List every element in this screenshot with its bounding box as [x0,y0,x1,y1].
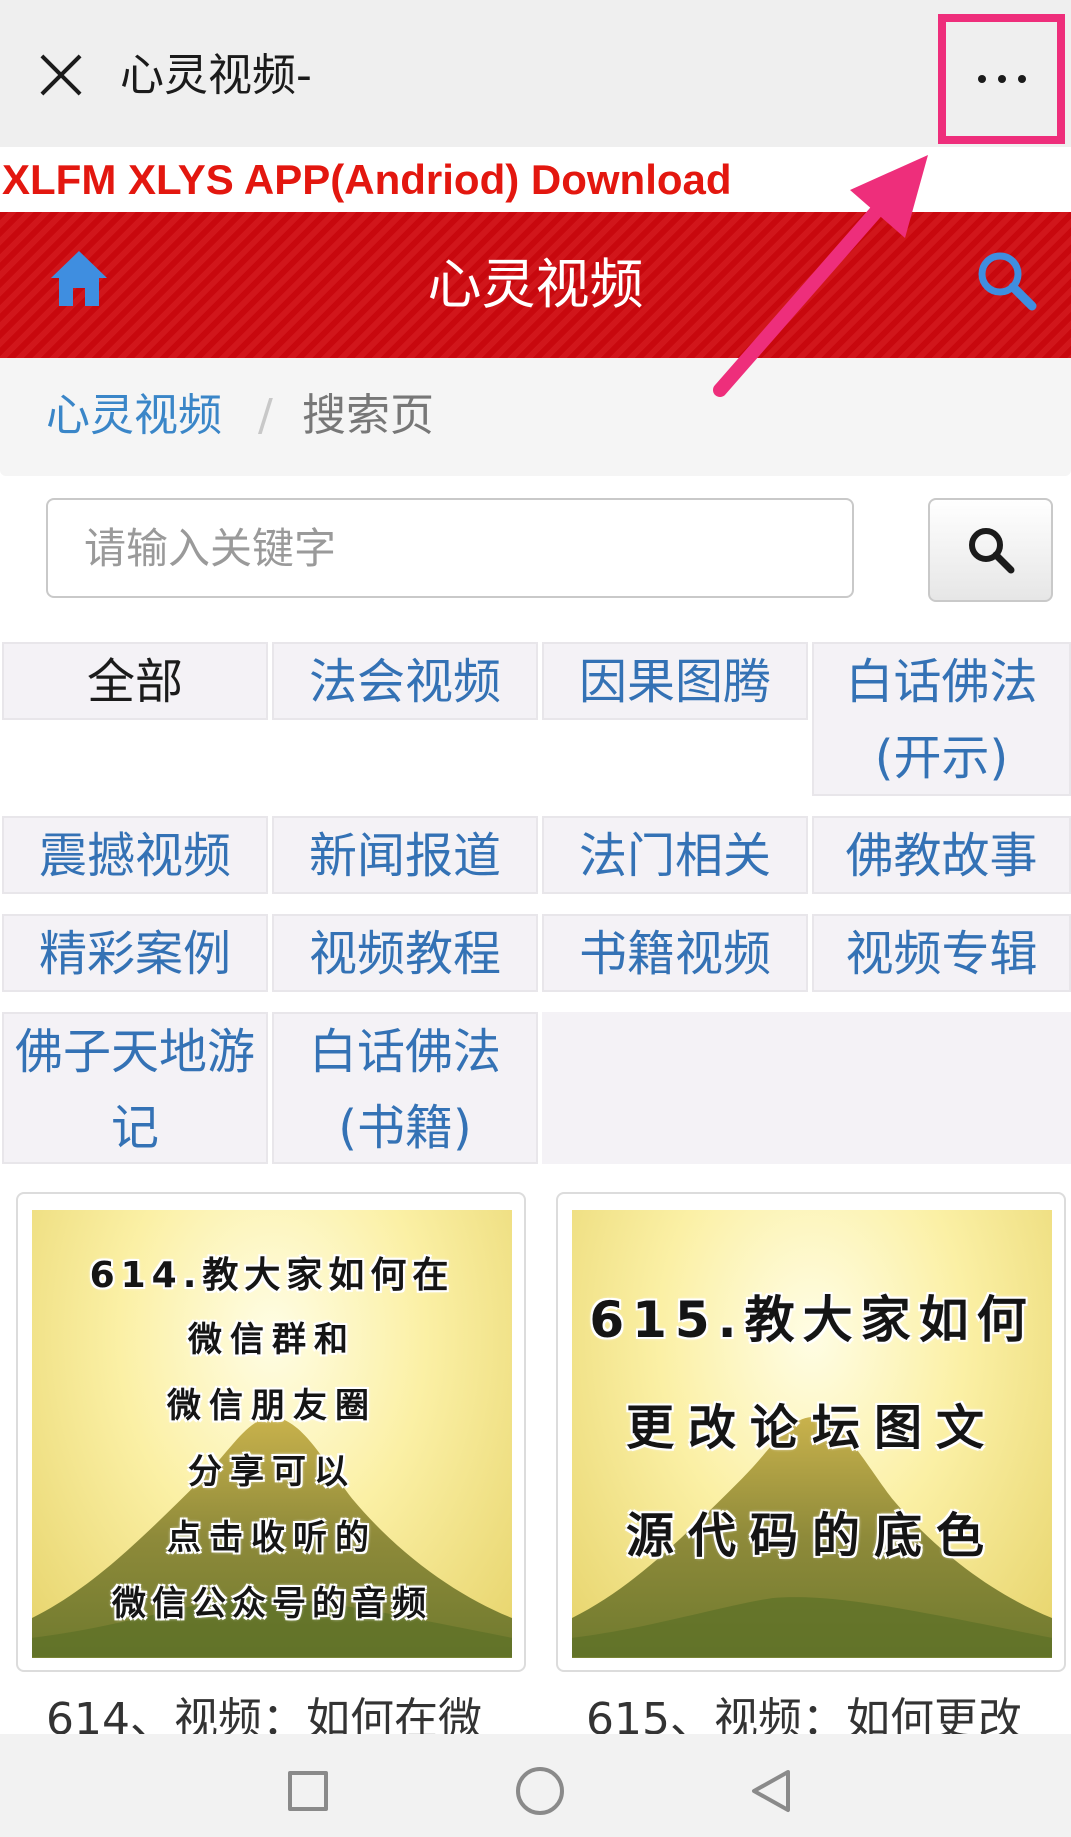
video-card[interactable]: 614.教大家如何在 微信群和 微信朋友圈 分享可以 点击收听的 微信公众号的音… [16,1192,526,1672]
recent-apps-icon[interactable] [288,1771,328,1811]
video-card[interactable]: 615.教大家如何 更改论坛图文 源代码的底色 [556,1192,1066,1672]
breadcrumb-separator: / [258,390,273,441]
category-item[interactable]: 视频专辑 [812,914,1071,992]
home-circle-icon[interactable] [516,1767,564,1815]
video-thumbnail[interactable]: 615.教大家如何 更改论坛图文 源代码的底色 [572,1210,1052,1658]
thumbnail-caption-line: 微信朋友圈 [167,1386,377,1426]
site-title: 心灵视频 [427,253,644,316]
breadcrumb-current: 搜索页 [302,390,434,441]
search-icon [968,528,1014,574]
thumbnail-caption-line: 分享可以 [188,1452,356,1492]
breadcrumb: 心灵视频 / 搜索页 [0,358,1071,476]
close-icon[interactable] [30,44,92,106]
download-app-link[interactable]: XLFM XLYS APP(Andriod) Download [0,148,1071,212]
video-thumbnail[interactable]: 614.教大家如何在 微信群和 微信朋友圈 分享可以 点击收听的 微信公众号的音… [32,1210,512,1658]
search-icon[interactable] [974,248,1038,312]
thumbnail-caption-line: 微信群和 [188,1320,356,1360]
app-top-bar: 心灵视频- [0,0,1071,147]
thumbnail-caption-line: 614.教大家如何在 [89,1255,455,1296]
category-item[interactable]: 全部 [2,642,268,720]
category-item[interactable]: 视频教程 [272,914,538,992]
category-item[interactable]: 因果图腾 [542,642,808,720]
category-item[interactable]: 新闻报道 [272,816,538,894]
more-icon[interactable] [946,22,1057,136]
category-item[interactable]: 法门相关 [542,816,808,894]
category-item[interactable]: 精彩案例 [2,914,268,992]
category-filler [542,1012,1071,1164]
category-item[interactable]: 佛教故事 [812,816,1071,894]
thumbnail-caption-line: 更改论坛图文 [625,1400,998,1456]
breadcrumb-home-link[interactable]: 心灵视频 [46,386,222,446]
thumbnail-caption-line: 源代码的底色 [625,1508,998,1564]
category-item[interactable]: 震撼视频 [2,816,268,894]
category-item[interactable]: 佛子天地游 记 [2,1012,268,1164]
page-title: 心灵视频- [120,50,312,101]
thumbnail-caption-line: 615.教大家如何 [589,1291,1035,1349]
site-header: 心灵视频 [0,212,1071,358]
more-highlight-box [938,14,1065,144]
thumbnail-caption-line: 点击收听的 [167,1518,377,1558]
search-button[interactable] [928,498,1053,602]
category-item[interactable]: 白话佛法 (开示) [812,642,1071,796]
thumbnail-caption-line: 微信公众号的音频 [112,1584,432,1624]
category-item[interactable]: 法会视频 [272,642,538,720]
category-item[interactable]: 白话佛法 (书籍) [272,1012,538,1164]
search-input[interactable] [46,498,854,598]
category-grid: 全部 法会视频 因果图腾 白话佛法 (开示) 震撼视频 新闻报道 法门相关 佛教… [0,636,1071,1176]
category-item[interactable]: 书籍视频 [542,914,808,992]
system-nav-bar [0,1734,1071,1837]
back-triangle-icon[interactable] [748,1768,794,1814]
